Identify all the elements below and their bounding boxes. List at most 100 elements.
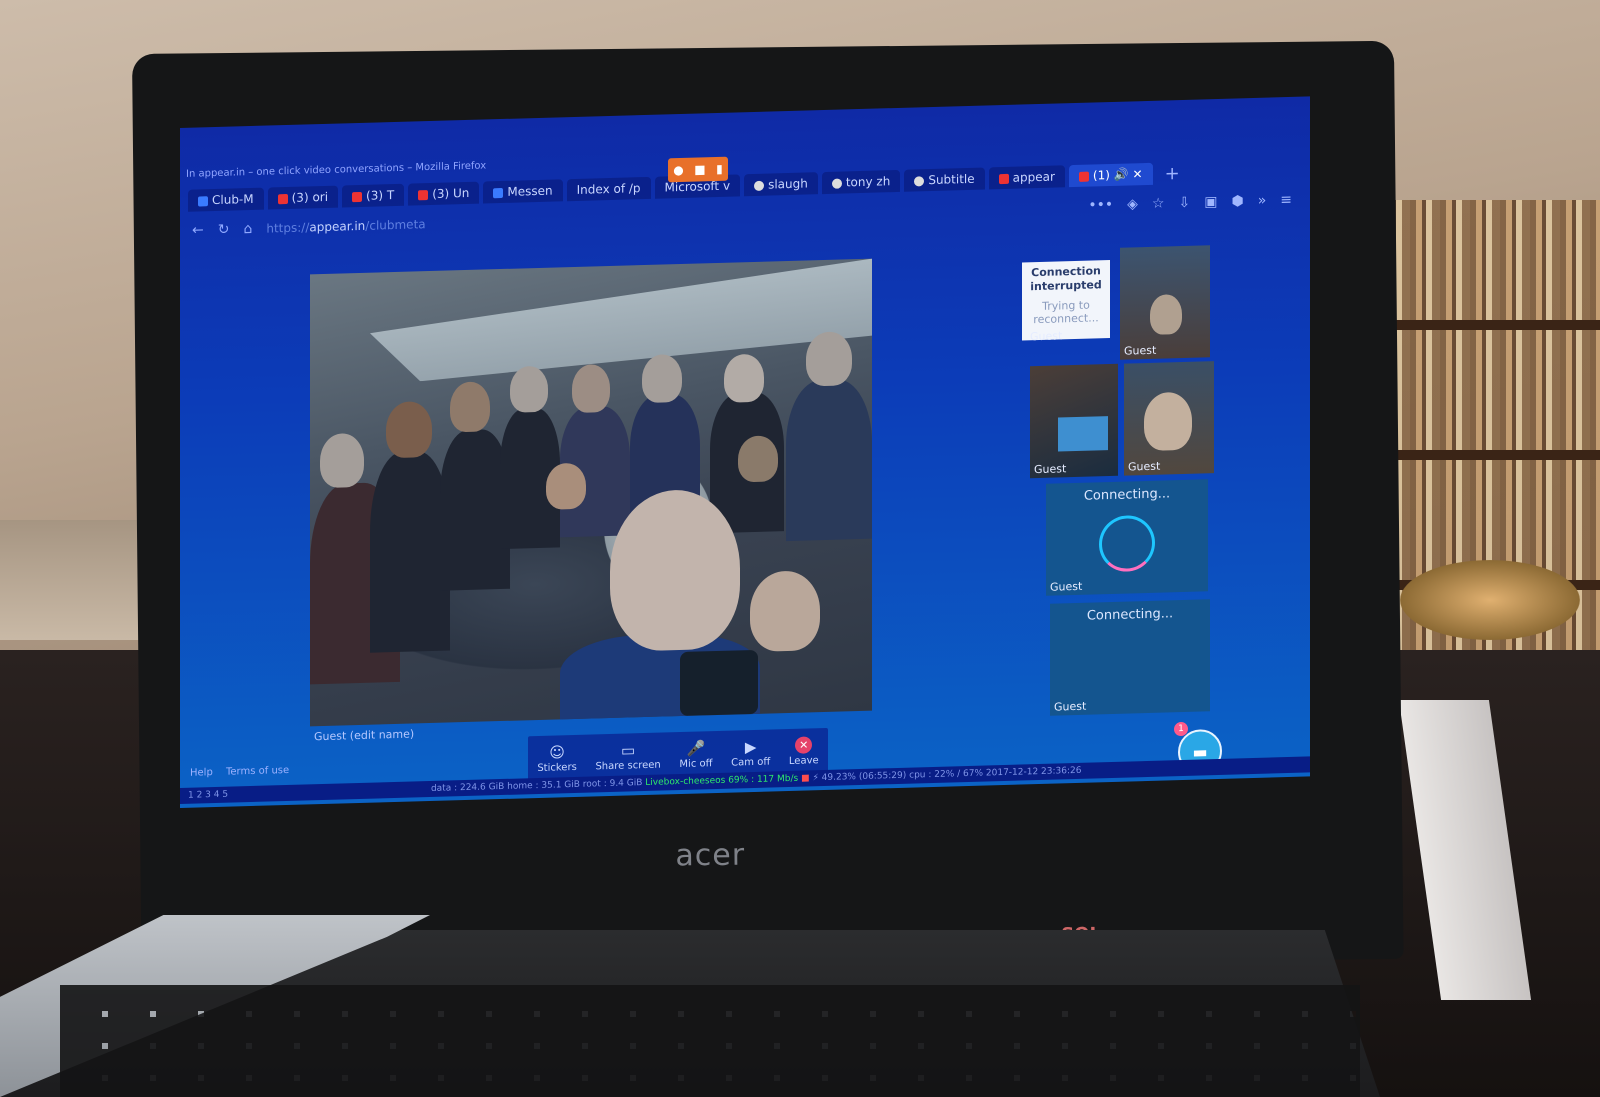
speaker-icon[interactable]: 🔊 xyxy=(1114,168,1129,182)
pocket-icon[interactable]: ◈ xyxy=(1127,196,1138,212)
tab-index[interactable]: Index of /p xyxy=(566,176,651,202)
connecting-tile-2: Connecting... Guest xyxy=(1050,599,1210,716)
selfie-person-head xyxy=(610,488,740,652)
participant-tile-1[interactable]: Guest xyxy=(1120,245,1210,360)
firefox-icon: ● xyxy=(673,162,684,178)
bookmark-star-icon[interactable]: ☆ xyxy=(1152,196,1165,212)
subtitle-icon xyxy=(914,175,925,186)
sticker-icon: ☺ xyxy=(549,742,565,762)
tab-tony[interactable]: tony zh xyxy=(821,169,901,195)
overflow-icon[interactable]: » xyxy=(1258,193,1267,209)
control-label: Mic off xyxy=(679,757,713,770)
download-icon[interactable]: ⇩ xyxy=(1178,195,1190,211)
connecting-text: Connecting... xyxy=(1083,486,1171,504)
screen-share-icon: ▭ xyxy=(621,740,636,760)
control-label: Cam off xyxy=(731,756,771,769)
youtube-icon xyxy=(277,193,288,204)
tab-appear[interactable]: appear xyxy=(988,165,1065,190)
keyboard-keys xyxy=(60,985,1360,1097)
tab-youtube-2[interactable]: (3) T xyxy=(342,183,405,208)
control-label: Leave xyxy=(788,755,819,767)
toolbar-right: ••• ◈ ☆ ⇩ ▣ ⬢ » ≡ xyxy=(1088,191,1310,214)
back-icon[interactable]: ← xyxy=(192,222,204,238)
person-head xyxy=(546,462,586,510)
menu-icon[interactable]: ≡ xyxy=(1280,192,1292,208)
person-head xyxy=(724,353,764,403)
mic-off-button[interactable]: 🎤 Mic off xyxy=(679,739,713,770)
tab-label: (3) Un xyxy=(432,185,470,201)
guest-label: Guest xyxy=(1050,579,1083,594)
tab-messenger[interactable]: Messen xyxy=(483,179,563,204)
disk-status: data : 224.6 GiB home : 35.1 GiB root : … xyxy=(430,778,643,794)
lamp xyxy=(1400,560,1580,640)
person-head xyxy=(738,435,778,483)
tab-youtube-3[interactable]: (3) Un xyxy=(408,181,480,206)
tab-label: (3) T xyxy=(366,188,395,203)
control-label: Share screen xyxy=(595,759,661,772)
tab-active-chat[interactable]: (1) 🔊 ✕ xyxy=(1068,162,1153,188)
home-icon[interactable]: ⌂ xyxy=(243,221,252,237)
guest-label: Guest xyxy=(1128,459,1161,474)
workspace-indicator[interactable]: 1 2 3 4 5 xyxy=(188,790,228,801)
battery-cpu-status: ⚡ 49.23% (06:55:29) cpu : 22% / 67% xyxy=(812,768,984,784)
person-head xyxy=(806,331,852,387)
more-icon[interactable]: ••• xyxy=(1088,197,1113,214)
network-status: Livebox-cheeseos 69% : 117 Mb/s xyxy=(645,773,799,789)
extension-icon[interactable]: ▣ xyxy=(1204,194,1217,210)
help-link[interactable]: Help xyxy=(190,767,213,779)
control-label: Stickers xyxy=(537,761,577,774)
tab-label: (1) xyxy=(1092,168,1110,183)
wall-corner xyxy=(0,520,140,640)
interrupted-title: Connection interrupted xyxy=(1030,264,1102,294)
clock: 2017-12-12 23:36:26 xyxy=(985,765,1082,779)
participant-tile-3[interactable]: Guest xyxy=(1124,361,1214,476)
tab-label: Subtitle xyxy=(928,171,975,188)
camera-icon: ▶ xyxy=(744,737,757,756)
share-screen-button[interactable]: ▭ Share screen xyxy=(595,741,660,772)
url-prefix: https:// xyxy=(266,220,310,236)
microphone-icon: ▮ xyxy=(716,161,723,177)
tab-club[interactable]: Club-M xyxy=(188,187,264,212)
chat-icon xyxy=(1078,171,1089,182)
laptop-in-video xyxy=(1058,416,1108,452)
tab-label: Index of /p xyxy=(576,181,641,197)
leave-button[interactable]: ✕ Leave xyxy=(789,736,819,767)
adblock-icon[interactable]: ⬢ xyxy=(1231,193,1243,209)
url-domain: appear.in xyxy=(309,218,366,235)
phone xyxy=(680,649,758,717)
url-path: /clubmeta xyxy=(365,217,426,233)
person-head xyxy=(642,353,682,404)
connection-interrupted-tile: Connection interrupted Trying to reconne… xyxy=(1022,260,1110,341)
globe-icon xyxy=(754,180,765,191)
url-bar[interactable]: https://appear.in/clubmeta xyxy=(266,217,425,235)
guest-label: Guest xyxy=(1054,699,1087,714)
person-head xyxy=(450,381,490,433)
person-head xyxy=(510,365,548,413)
tab-label: Club-M xyxy=(212,191,254,208)
tab-subtitle[interactable]: Subtitle xyxy=(904,167,985,192)
person-head xyxy=(572,363,610,414)
tab-label: slaugh xyxy=(768,176,808,192)
tab-label: Messen xyxy=(507,183,553,199)
cam-off-button[interactable]: ▶ Cam off xyxy=(731,737,771,769)
connecting-tile-1: Connecting... Guest xyxy=(1046,479,1208,596)
tab-slaugh[interactable]: slaugh xyxy=(744,172,818,197)
page-footer: Help Terms of use xyxy=(190,765,299,779)
tab-label: appear xyxy=(1012,169,1055,185)
tab-youtube-1[interactable]: (3) ori xyxy=(267,185,339,210)
new-tab-icon[interactable]: + xyxy=(1157,163,1188,185)
messenger-icon xyxy=(493,187,504,198)
appear-icon xyxy=(998,173,1009,184)
document-icon xyxy=(198,195,208,206)
tab-label: (3) ori xyxy=(291,189,329,205)
participant-tile-2[interactable]: Guest xyxy=(1030,363,1118,479)
stickers-button[interactable]: ☺ Stickers xyxy=(537,742,577,774)
close-tab-icon[interactable]: ✕ xyxy=(1133,167,1143,181)
main-video-label[interactable]: Guest (edit name) xyxy=(314,727,414,743)
terms-link[interactable]: Terms of use xyxy=(226,765,289,778)
youtube-icon xyxy=(418,189,429,200)
reload-icon[interactable]: ↻ xyxy=(218,222,230,238)
sharing-indicator[interactable]: ● ■ ▮ xyxy=(668,156,728,183)
person-head xyxy=(1150,294,1182,335)
close-icon: ✕ xyxy=(795,736,813,754)
